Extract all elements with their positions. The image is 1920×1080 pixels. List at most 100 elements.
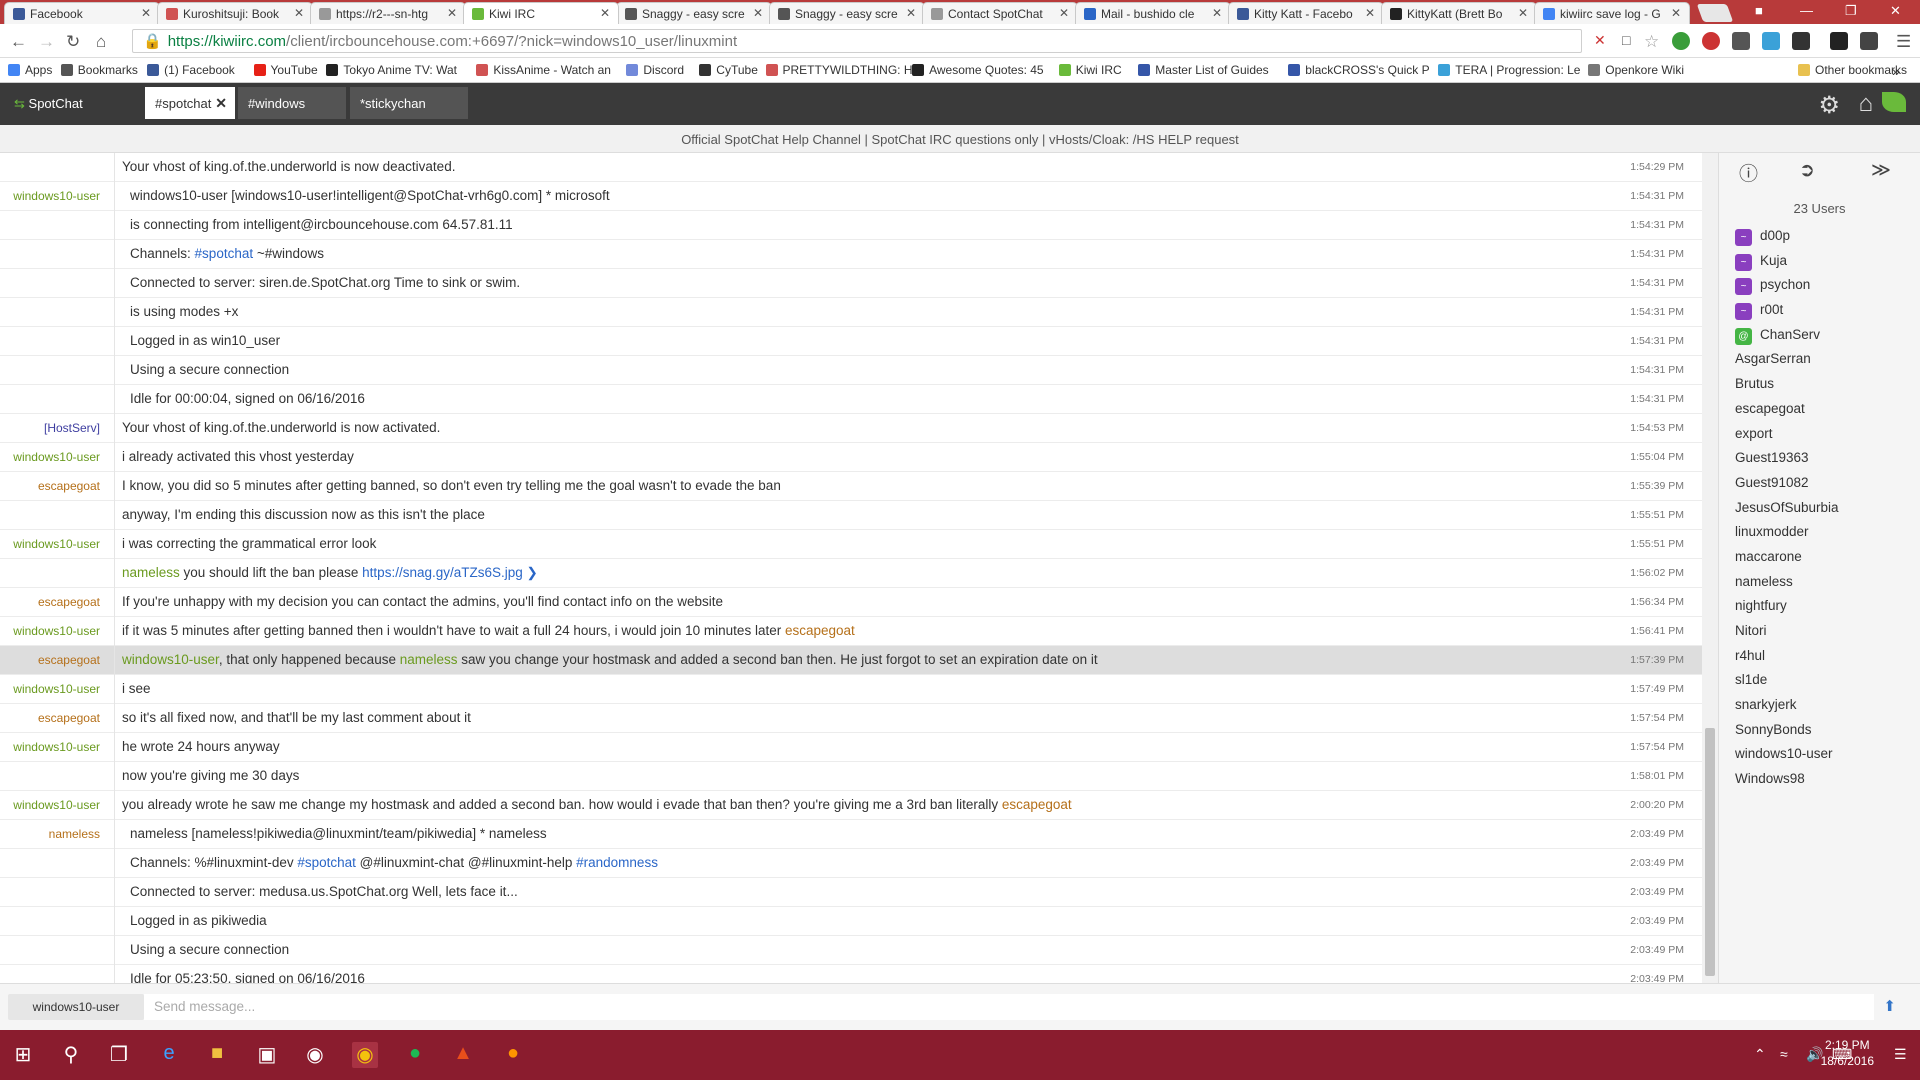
firefox-icon[interactable]: ●: [500, 1042, 526, 1068]
bookmark-item[interactable]: Apps: [8, 63, 52, 77]
network-tab[interactable]: ⇆ SpotChat: [4, 87, 138, 119]
search-icon[interactable]: ⚲: [58, 1042, 84, 1068]
reload-icon[interactable]: ↻: [66, 32, 80, 52]
user-list-item[interactable]: r4hul: [1719, 648, 1920, 673]
user-list-item[interactable]: snarkyjerk: [1719, 697, 1920, 722]
user-list-item[interactable]: windows10-user: [1719, 746, 1920, 771]
message-input[interactable]: Send message...: [144, 994, 1874, 1020]
bookmark-item[interactable]: CyTube: [699, 63, 758, 77]
user-list-item[interactable]: ~ psychon: [1719, 277, 1920, 302]
adblock-icon[interactable]: [1702, 32, 1720, 50]
user-list-item[interactable]: nameless: [1719, 574, 1920, 599]
minimize-icon[interactable]: —: [1800, 3, 1813, 18]
bookmark-star-icon[interactable]: ☆: [1644, 32, 1659, 52]
message-nick[interactable]: windows10-user: [0, 537, 108, 551]
user-list-item[interactable]: @ ChanServ: [1719, 327, 1920, 352]
page-action-icon[interactable]: □: [1622, 32, 1630, 48]
task-view-icon[interactable]: ❐: [106, 1042, 132, 1068]
user-list-item[interactable]: ~ d00p: [1719, 228, 1920, 253]
profile-icon[interactable]: ■: [1755, 3, 1763, 18]
home-icon[interactable]: ⌂: [1859, 90, 1874, 118]
extension-icon[interactable]: [1860, 32, 1878, 50]
close-tab-icon[interactable]: ✕: [447, 6, 457, 20]
close-window-icon[interactable]: ✕: [1890, 3, 1901, 19]
message-nick[interactable]: windows10-user: [0, 624, 108, 638]
channel-tab[interactable]: #spotchat ✕: [145, 87, 235, 119]
browser-tab[interactable]: Snaggy - easy scre ✕: [769, 2, 925, 24]
bookmark-item[interactable]: PRETTYWILDTHING: H: [765, 63, 913, 77]
bookmark-item[interactable]: Bookmarks: [60, 63, 138, 77]
close-tab-icon[interactable]: ✕: [1212, 6, 1222, 20]
message-nick[interactable]: nameless: [0, 827, 108, 841]
message-nick[interactable]: windows10-user: [0, 798, 108, 812]
close-tab-icon[interactable]: ✕: [906, 6, 916, 20]
chrome-icon[interactable]: ◉: [352, 1042, 378, 1068]
current-nick[interactable]: windows10-user: [8, 994, 144, 1020]
network-icon[interactable]: ≈: [1780, 1046, 1788, 1062]
forward-icon[interactable]: →: [38, 32, 55, 52]
cookie-icon[interactable]: ✕: [1594, 32, 1606, 49]
collapse-panel-icon[interactable]: ≫: [1871, 159, 1891, 182]
extension-icon[interactable]: [1732, 32, 1750, 50]
user-list-item[interactable]: escapegoat: [1719, 401, 1920, 426]
info-icon[interactable]: ⓘ: [1739, 159, 1758, 186]
file-explorer-icon[interactable]: ■: [204, 1042, 230, 1068]
browser-tab[interactable]: https://r2---sn-htg ✕: [310, 2, 466, 24]
close-tab-icon[interactable]: ✕: [600, 6, 610, 20]
user-list-item[interactable]: Windows98: [1719, 771, 1920, 796]
bookmark-item[interactable]: Awesome Quotes: 45: [912, 63, 1044, 77]
upload-icon[interactable]: ⬆: [1883, 997, 1896, 1015]
leave-channel-icon[interactable]: ➲: [1799, 159, 1815, 182]
app-icon[interactable]: ◉: [302, 1042, 328, 1068]
edge-icon[interactable]: e: [156, 1042, 182, 1068]
browser-tab[interactable]: Kitty Katt - Facebo ✕: [1228, 2, 1384, 24]
channel-tab[interactable]: *stickychan: [350, 87, 468, 119]
user-list-item[interactable]: linuxmodder: [1719, 524, 1920, 549]
browser-tab[interactable]: Contact SpotChat ✕: [922, 2, 1078, 24]
start-icon[interactable]: ⊞: [10, 1042, 36, 1068]
user-list-item[interactable]: Guest91082: [1719, 475, 1920, 500]
spotify-icon[interactable]: ●: [402, 1042, 428, 1068]
extension-icon[interactable]: [1830, 32, 1848, 50]
message-nick[interactable]: windows10-user: [0, 682, 108, 696]
user-list-item[interactable]: AsgarSerran: [1719, 351, 1920, 376]
user-list-item[interactable]: sl1de: [1719, 672, 1920, 697]
bookmark-item[interactable]: KissAnime - Watch an: [476, 63, 611, 77]
tray-expand-icon[interactable]: ⌃: [1754, 1046, 1766, 1063]
store-icon[interactable]: ▣: [254, 1042, 280, 1068]
settings-icon[interactable]: ⚙: [1818, 91, 1840, 120]
browser-tab[interactable]: Mail - bushido cle ✕: [1075, 2, 1231, 24]
app-icon[interactable]: ▲: [450, 1042, 476, 1068]
message-nick[interactable]: windows10-user: [0, 450, 108, 464]
bookmark-item[interactable]: Kiwi IRC: [1058, 63, 1122, 77]
new-tab-button[interactable]: [1696, 4, 1734, 22]
message-nick[interactable]: [HostServ]: [0, 421, 108, 435]
browser-tab[interactable]: Snaggy - easy scre ✕: [616, 2, 772, 24]
notifications-icon[interactable]: ☰: [1894, 1046, 1907, 1063]
extension-icon[interactable]: [1762, 32, 1780, 50]
address-bar[interactable]: 🔒 https://kiwiirc.com/client/ircbouncehou…: [132, 29, 1582, 53]
bookmark-item[interactable]: YouTube: [253, 63, 318, 77]
close-tab-icon[interactable]: ✕: [1518, 6, 1528, 20]
bookmark-item[interactable]: TERA | Progression: Le: [1438, 63, 1580, 77]
close-tab-icon[interactable]: ✕: [1365, 6, 1375, 20]
browser-tab[interactable]: kiwiirc save log - G ✕: [1534, 2, 1690, 24]
message-nick[interactable]: escapegoat: [0, 653, 108, 667]
close-tab-icon[interactable]: ✕: [141, 6, 151, 20]
message-nick[interactable]: windows10-user: [0, 740, 108, 754]
user-list-item[interactable]: nightfury: [1719, 598, 1920, 623]
user-list-item[interactable]: export: [1719, 426, 1920, 451]
close-tab-icon[interactable]: ✕: [1671, 6, 1681, 20]
browser-tab[interactable]: Kuroshitsuji: Book ✕: [157, 2, 313, 24]
bookmark-item[interactable]: Openkore Wiki: [1588, 63, 1684, 77]
browser-tab[interactable]: Kiwi IRC ✕: [463, 2, 619, 24]
user-list-item[interactable]: Nitori: [1719, 623, 1920, 648]
home-icon[interactable]: ⌂: [96, 32, 106, 52]
bookmark-item[interactable]: Discord: [626, 63, 684, 77]
user-list-item[interactable]: Guest19363: [1719, 450, 1920, 475]
message-nick[interactable]: escapegoat: [0, 479, 108, 493]
user-list-item[interactable]: Brutus: [1719, 376, 1920, 401]
close-tab-icon[interactable]: ✕: [753, 6, 763, 20]
bookmark-item[interactable]: (1) Facebook: [147, 63, 235, 77]
other-bookmarks[interactable]: Other bookmarks: [1798, 63, 1907, 77]
